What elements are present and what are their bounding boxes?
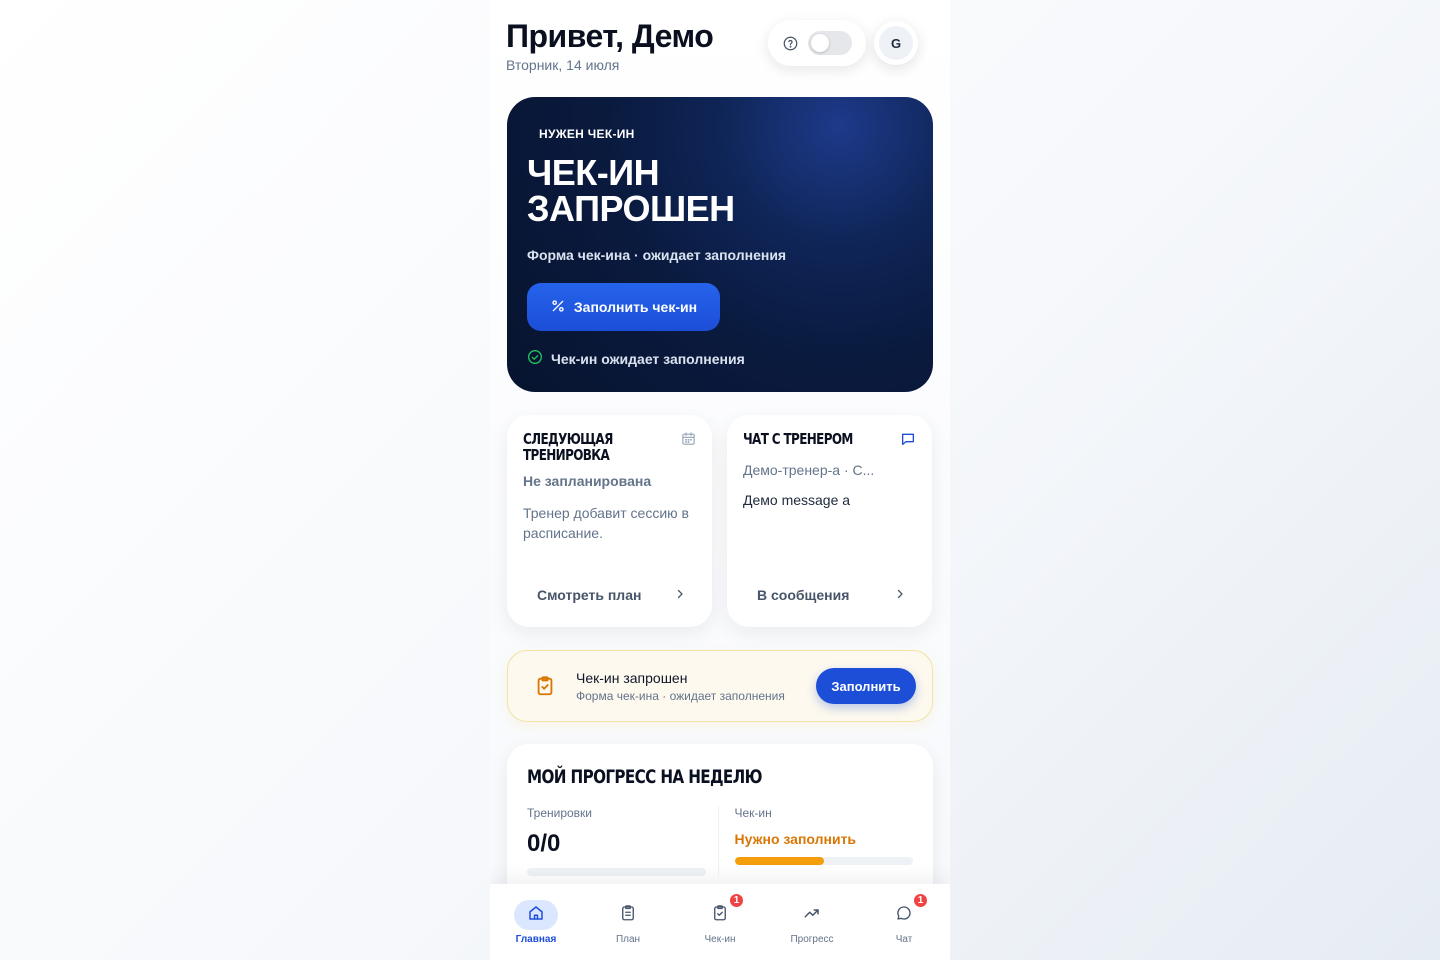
chat-bubble-icon	[895, 904, 913, 927]
trending-up-icon	[803, 904, 821, 927]
workouts-progress: Тренировки 0/0	[527, 806, 718, 876]
checkin-count-badge: 1	[728, 892, 745, 909]
progress-title: МОЙ ПРОГРЕСС НА НЕДЕЛЮ	[527, 766, 762, 788]
next-workout-title-line1: СЛЕДУЮЩАЯ	[523, 430, 613, 448]
notice-subtitle: Форма чек-ина · ожидает заполнения	[576, 688, 785, 703]
checkin-label: Чек-ин	[734, 806, 772, 820]
workouts-progress-bar	[527, 868, 706, 876]
checkin-progress-fill	[734, 857, 824, 865]
header: Привет, Демо Вторник, 14 июля G	[506, 18, 934, 88]
hero-status-text: Чек-ин ожидает заполнения	[551, 350, 745, 367]
avatar: G	[879, 26, 913, 60]
workouts-value: 0/0	[527, 830, 561, 857]
theme-toggle[interactable]	[808, 31, 852, 55]
nav-label-plan: План	[615, 934, 641, 945]
message-square-icon	[900, 431, 916, 452]
hero-badge: НУЖЕН ЧЕК-ИН	[539, 127, 635, 141]
to-messages-link[interactable]: В сообщения	[757, 587, 906, 603]
nav-item-progress[interactable]: Прогресс	[777, 900, 847, 945]
nav-label-home: Главная	[515, 934, 557, 945]
app-screen: Привет, Демо Вторник, 14 июля G НУЖЕН ЧЕ…	[490, 0, 950, 960]
progress-columns: Тренировки 0/0 Чек-ин Нужно заполнить	[527, 806, 913, 876]
home-icon	[527, 904, 545, 927]
clipboard-check-icon	[711, 904, 729, 927]
notice-title: Чек-ин запрошен	[576, 669, 688, 686]
hero-title-line2: ЗАПРОШЕН	[527, 188, 735, 229]
to-messages-label: В сообщения	[757, 587, 850, 603]
fill-button[interactable]: Заполнить	[816, 668, 916, 704]
next-workout-title-line2: ТРЕНИРОВКА	[523, 446, 610, 464]
header-controls: G	[768, 20, 918, 66]
percent-badge-icon	[550, 298, 566, 317]
notice-text: Чек-ин запрошен Форма чек-ина · ожидает …	[576, 670, 816, 703]
next-workout-header: СЛЕДУЮЩАЯ ТРЕНИРОВКА	[523, 431, 696, 463]
next-workout-description: Тренер добавит сессию в расписание.	[523, 505, 689, 541]
next-workout-card[interactable]: СЛЕДУЮЩАЯ ТРЕНИРОВКА Не запланирована Тр…	[507, 415, 712, 627]
chevron-right-icon	[674, 587, 686, 603]
nav-label-progress: Прогресс	[790, 934, 834, 945]
nav-label-chat: Чат	[895, 934, 913, 945]
view-plan-link[interactable]: Смотреть план	[537, 587, 686, 603]
weekly-progress-card: МОЙ ПРОГРЕСС НА НЕДЕЛЮ Тренировки 0/0 Че…	[507, 744, 933, 904]
toggle-knob	[811, 34, 829, 52]
hero-title-line1: ЧЕК-ИН	[527, 152, 660, 193]
nav-icon-wrap	[606, 900, 650, 930]
coach-name: Демо-тренер-а · С...	[743, 462, 875, 478]
chat-count-badge: 1	[912, 892, 929, 909]
next-workout-status: Не запланирована	[523, 473, 652, 489]
help-icon[interactable]	[782, 35, 798, 51]
calendar-icon	[681, 431, 696, 451]
chevron-right-icon	[894, 587, 906, 603]
checkin-value: Нужно заполнить	[734, 831, 857, 847]
workouts-label: Тренировки	[527, 806, 593, 820]
coach-chat-header: ЧАТ С ТРЕНЕРОМ	[743, 431, 916, 452]
hero-title: ЧЕК-ИН ЗАПРОШЕН	[527, 155, 913, 227]
nav-icon-wrap	[790, 900, 834, 930]
checkin-progress: Чек-ин Нужно заполнить	[717, 806, 913, 876]
check-circle-icon	[527, 349, 543, 368]
clipboard-icon	[619, 904, 637, 927]
view-plan-label: Смотреть план	[537, 587, 642, 603]
nav-item-chat[interactable]: 1 Чат	[869, 892, 939, 945]
nav-item-home[interactable]: Главная	[501, 900, 571, 945]
checkin-notice-banner: Чек-ин запрошен Форма чек-ина · ожидает …	[507, 650, 933, 722]
hero-status: Чек-ин ожидает заполнения	[527, 349, 913, 368]
avatar-button[interactable]: G	[874, 21, 918, 65]
nav-icon-wrap	[514, 900, 558, 930]
nav-label-checkin: Чек-ин	[704, 934, 736, 945]
last-message: Демо message a	[743, 492, 851, 508]
nav-item-plan[interactable]: План	[593, 900, 663, 945]
hero-subtitle: Форма чек-ина · ожидает заполнения	[527, 247, 787, 263]
bottom-navigation: Главная План 1 Чек-ин Прогресс 1 Чат	[490, 884, 950, 960]
coach-chat-title: ЧАТ С ТРЕНЕРОМ	[743, 430, 853, 448]
settings-pill	[768, 20, 866, 66]
clipboard-check-icon	[534, 675, 556, 697]
checkin-hero-card: НУЖЕН ЧЕК-ИН ЧЕК-ИН ЗАПРОШЕН Форма чек-и…	[507, 97, 933, 392]
coach-chat-card[interactable]: ЧАТ С ТРЕНЕРОМ Демо-тренер-а · С... Демо…	[727, 415, 932, 627]
fill-checkin-button[interactable]: Заполнить чек-ин	[527, 283, 720, 331]
next-workout-title: СЛЕДУЮЩАЯ ТРЕНИРОВКА	[523, 431, 613, 463]
fill-checkin-label: Заполнить чек-ин	[573, 299, 698, 315]
checkin-progress-bar	[734, 857, 913, 865]
nav-item-checkin[interactable]: 1 Чек-ин	[685, 892, 755, 945]
